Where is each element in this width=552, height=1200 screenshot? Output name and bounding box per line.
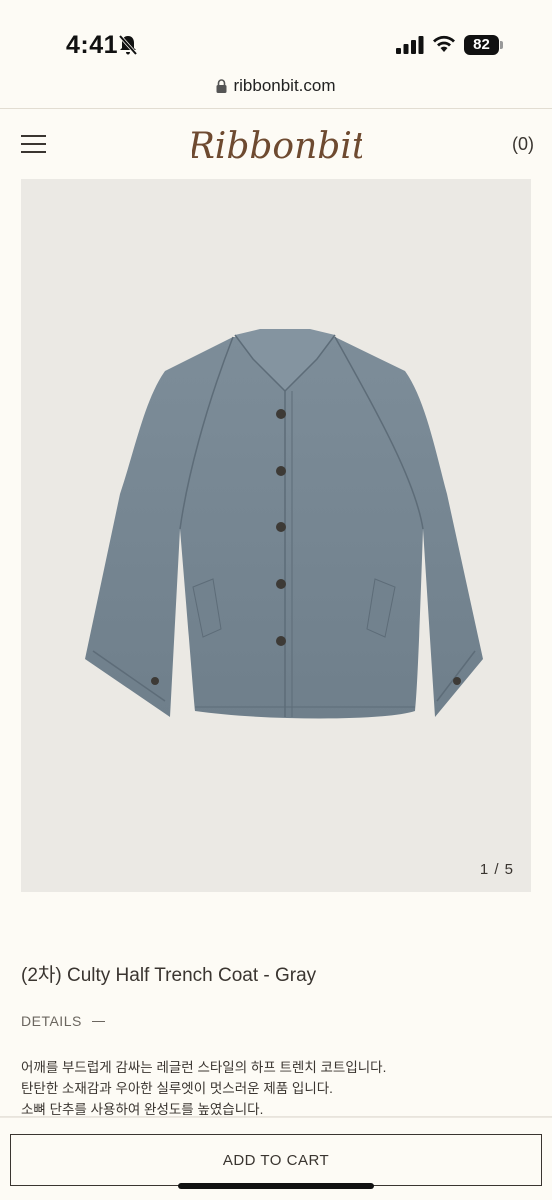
add-to-cart-button[interactable]: ADD TO CART bbox=[10, 1134, 542, 1186]
details-toggle[interactable]: DETAILS bbox=[21, 1013, 105, 1029]
product-description: 어깨를 부드럽게 감싸는 레글런 스타일의 하프 트렌치 코트입니다. 탄탄한 … bbox=[21, 1057, 531, 1120]
bell-muted-icon bbox=[118, 34, 138, 56]
hamburger-menu-icon[interactable] bbox=[21, 135, 46, 153]
battery-indicator: 82 bbox=[464, 35, 504, 55]
product-image-gallery[interactable]: 1 / 5 bbox=[21, 179, 531, 892]
product-image-coat bbox=[85, 329, 483, 719]
status-time: 4:41 bbox=[66, 31, 119, 59]
home-indicator[interactable] bbox=[178, 1183, 374, 1189]
address-bar[interactable]: ribbonbit.com bbox=[0, 76, 552, 102]
url-text: ribbonbit.com bbox=[233, 76, 336, 95]
product-title: (2차) Culty Half Trench Coat - Gray bbox=[21, 965, 317, 986]
description-line: 어깨를 부드럽게 감싸는 레글런 스타일의 하프 트렌치 코트입니다. bbox=[21, 1060, 387, 1075]
gallery-counter: 1 / 5 bbox=[479, 861, 514, 878]
details-label: DETAILS bbox=[21, 1013, 82, 1029]
cart-count-link[interactable]: (0) bbox=[512, 134, 534, 155]
description-line: 탄탄한 소재감과 우아한 실루엣이 멋스러운 제품 입니다. bbox=[21, 1081, 333, 1096]
battery-level: 82 bbox=[464, 35, 499, 55]
collapse-dash-icon bbox=[91, 1020, 105, 1022]
ribbonbit-logo[interactable]: Ribbonbit bbox=[192, 118, 362, 172]
logo-text: Ribbonbit bbox=[192, 126, 362, 167]
status-bar: 4:41 82 bbox=[0, 0, 552, 70]
site-header: Ribbonbit (0) bbox=[0, 110, 552, 178]
header-divider bbox=[0, 108, 552, 109]
cellular-signal-icon bbox=[396, 36, 424, 54]
wifi-icon bbox=[433, 35, 455, 52]
lock-icon bbox=[216, 79, 227, 93]
battery-cap bbox=[500, 41, 503, 49]
